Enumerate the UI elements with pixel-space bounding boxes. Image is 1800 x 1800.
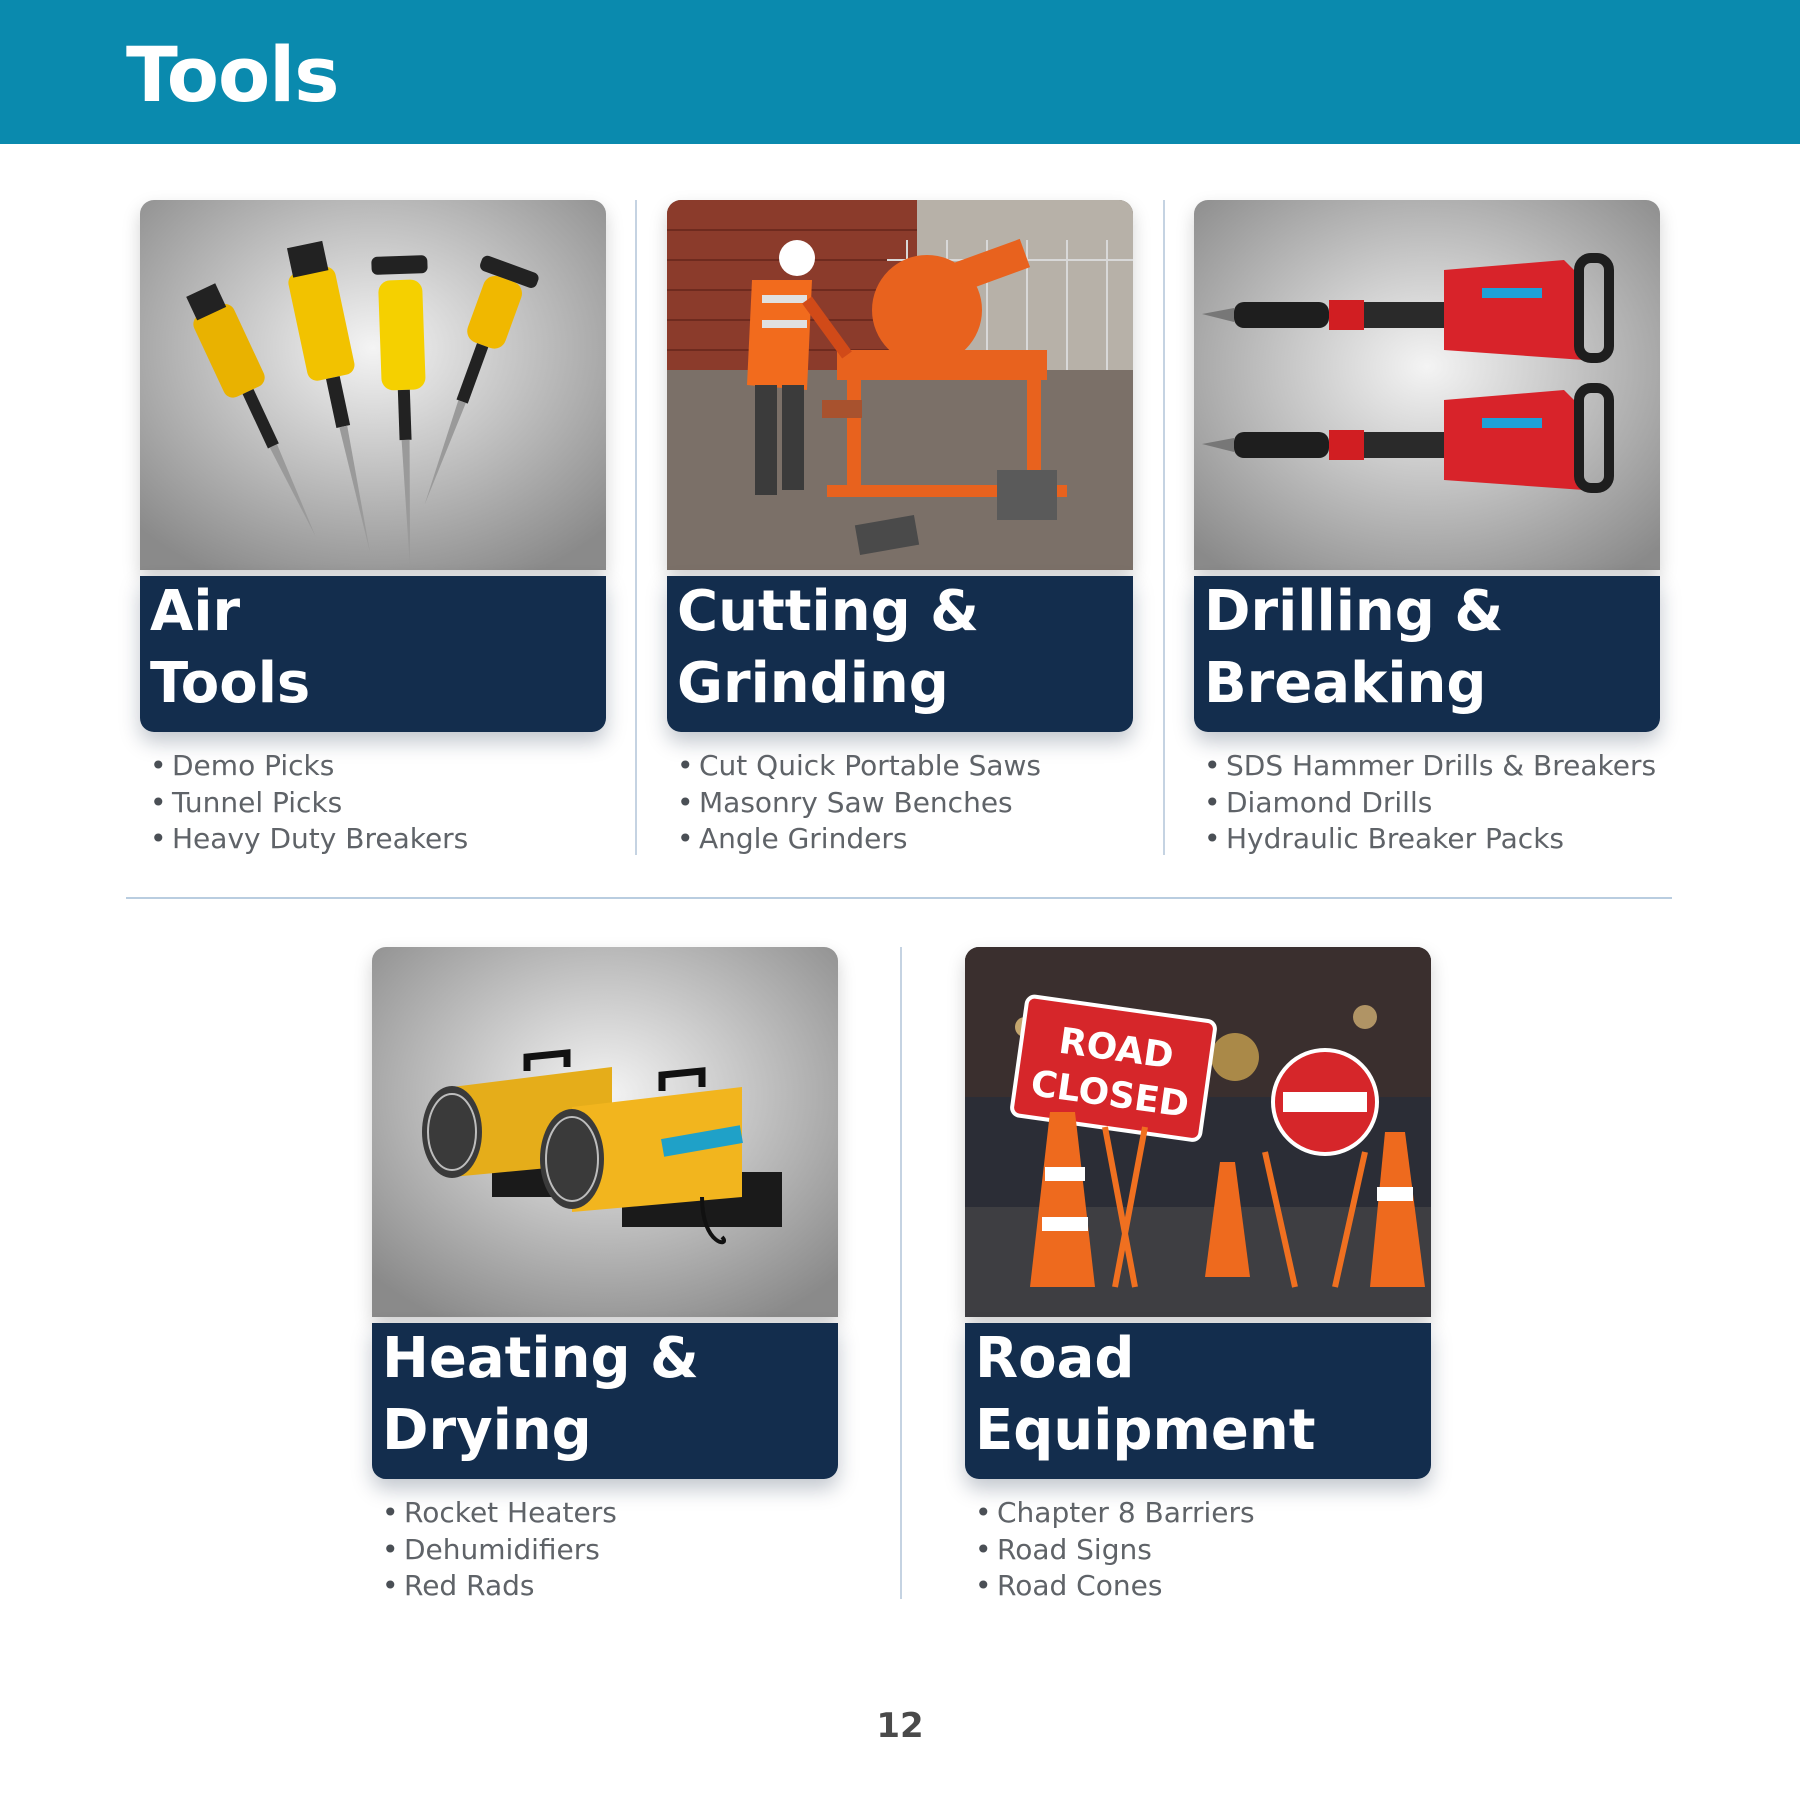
cutting-grinding-list: • Cut Quick Portable Saws • Masonry Saw Be… <box>677 748 1041 858</box>
list-item: • Rocket Heaters <box>382 1496 617 1529</box>
list-item: • Cut Quick Portable Saws <box>677 749 1042 782</box>
page-number: 12 <box>876 1706 924 1746</box>
drilling-breaking-image <box>1194 200 1660 570</box>
list-item: • Diamond Drills <box>1204 785 1433 819</box>
list-item: • Dehumidifiers <box>382 1532 600 1566</box>
card-title-line1: Road <box>975 1326 1135 1391</box>
list-item: • Demo Picks <box>150 749 335 782</box>
road-equipment-label: Road Equipment <box>965 1323 1431 1479</box>
list-item: • Chapter 8 Barriers <box>975 1496 1255 1529</box>
list-item: • Hydraulic Breaker Packs <box>1204 822 1564 855</box>
drilling-breaking-list: • SDS Hammer Drills & Breakers • Diamond D… <box>1204 748 1656 858</box>
card-title-line1: Cutting & <box>677 579 979 644</box>
heating-drying-list: • Rocket Heaters • Dehumidifiers • Red Rads <box>382 1495 617 1605</box>
list-item: • Heavy Duty Breakers <box>150 822 469 855</box>
road-equipment-image: ROAD CLOSED <box>965 947 1431 1317</box>
cutting-grinding-label: Cutting & Grinding <box>667 576 1133 732</box>
list-item: • SDS Hammer Drills & Breakers <box>1204 749 1657 782</box>
list-item: • Road Cones <box>975 1569 1163 1602</box>
card-title-line1: Heating & <box>382 1326 699 1391</box>
list-item: • Tunnel Picks <box>150 785 343 819</box>
section-divider <box>126 897 1672 899</box>
cutting-grinding-image <box>667 200 1133 570</box>
list-item: • Angle Grinders <box>677 822 908 855</box>
card-title-line2: Tools <box>150 651 311 716</box>
air-tools-image <box>140 200 606 570</box>
list-item: • Red Rads <box>382 1569 535 1602</box>
list-item: • Masonry Saw Benches <box>677 785 1013 819</box>
page-title: Tools <box>126 30 339 119</box>
air-tools-list: • Demo Picks • Tunnel Picks • Heavy Duty Br… <box>150 748 468 858</box>
column-divider <box>1163 200 1165 855</box>
card-title-line2: Drying <box>382 1398 592 1463</box>
card-title-line2: Equipment <box>975 1398 1316 1463</box>
column-divider <box>900 947 902 1599</box>
list-item: • Road Signs <box>975 1532 1152 1566</box>
column-divider <box>635 200 637 855</box>
heating-drying-label: Heating & Drying <box>372 1323 838 1479</box>
card-title-line1: Air <box>150 579 241 644</box>
heating-drying-image <box>372 947 838 1317</box>
air-tools-label: Air Tools <box>140 576 606 732</box>
card-title-line1: Drilling & <box>1204 579 1504 644</box>
road-equipment-list: • Chapter 8 Barriers • Road Signs • Road Co… <box>975 1495 1255 1605</box>
card-title-line2: Breaking <box>1204 651 1487 716</box>
drilling-breaking-label: Drilling & Breaking <box>1194 576 1660 732</box>
card-title-line2: Grinding <box>677 651 949 716</box>
